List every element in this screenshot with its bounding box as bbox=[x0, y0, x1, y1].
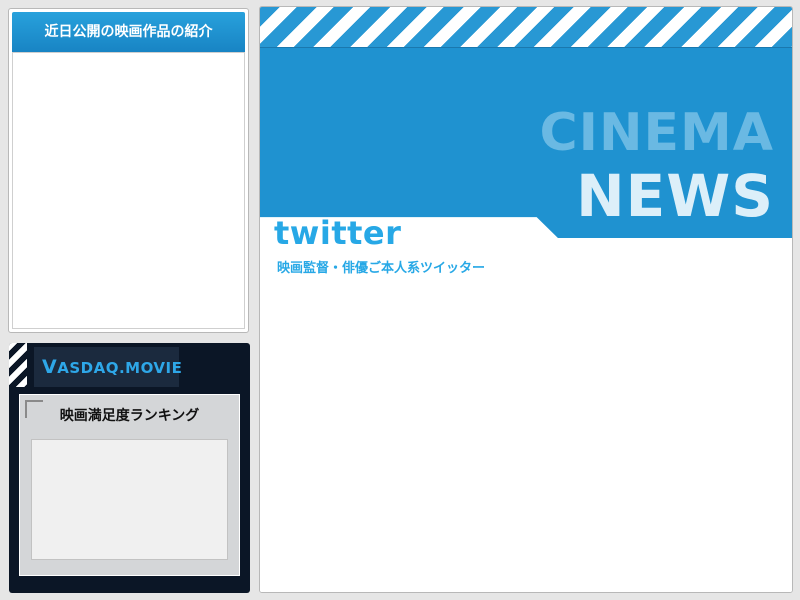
vasdaq-widget: VASDAQ.MOVIE 映画満足度ランキング bbox=[9, 343, 250, 593]
vasdaq-logo[interactable]: VASDAQ.MOVIE bbox=[34, 347, 183, 387]
upcoming-movies-title: 近日公開の映画作品の紹介 bbox=[12, 12, 245, 52]
twitter-subtitle: 映画監督・俳優ご本人系ツイッター bbox=[277, 261, 486, 276]
upcoming-movies-content bbox=[12, 52, 245, 329]
twitter-feed-area bbox=[260, 279, 792, 592]
ranking-title: 映画満足度ランキング bbox=[59, 408, 200, 424]
banner-cinema-text: CINEMA bbox=[539, 103, 774, 163]
banner-news-text: NEWS bbox=[576, 162, 774, 230]
upcoming-movies-panel: 近日公開の映画作品の紹介 bbox=[8, 8, 249, 333]
ranking-content bbox=[31, 439, 228, 560]
vasdaq-logo-rest: ASDAQ.MOVIE bbox=[57, 359, 183, 377]
clapperboard-stripes bbox=[260, 7, 792, 48]
cinema-news-panel: CINEMA NEWS twitter 映画監督・俳優ご本人系ツイッター bbox=[259, 6, 793, 593]
ranking-card: 映画満足度ランキング bbox=[19, 394, 240, 576]
stripes-decoration bbox=[9, 343, 27, 387]
twitter-logo[interactable]: twitter bbox=[274, 215, 401, 251]
vasdaq-logo-initial: V bbox=[42, 356, 58, 378]
